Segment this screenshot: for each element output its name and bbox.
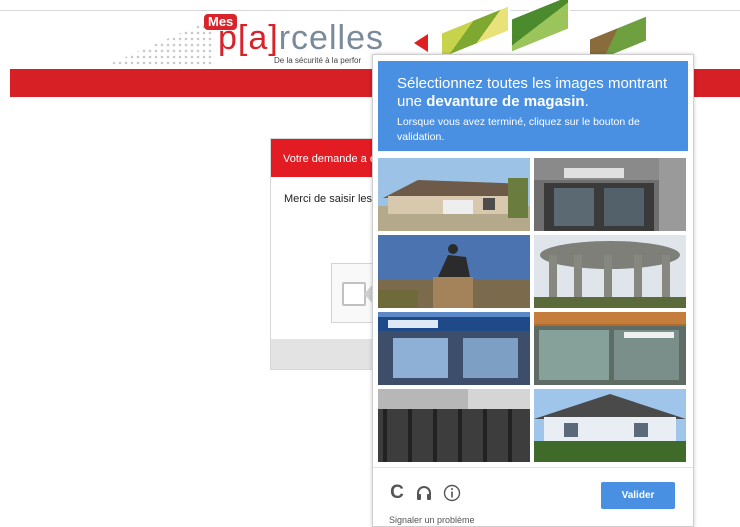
arrow-left-icon [414,34,428,52]
reload-icon[interactable]: C [386,482,408,504]
house-hedge-tile[interactable] [534,389,686,462]
form-instruction: Merci de saisir les [284,193,373,205]
dots-decoration [105,18,215,66]
captcha-challenge: Sélectionnez toutes les images montrant u… [372,54,694,527]
storefront-tile[interactable] [534,158,686,231]
pharmacy-storefront-tile[interactable] [378,312,530,385]
fence-building-tile[interactable] [378,389,530,462]
headphones-icon[interactable] [413,482,435,504]
colonnade-tile[interactable] [534,235,686,308]
challenge-subtitle: Lorsque vous avez terminé, cliquez sur l… [397,116,640,143]
verify-button[interactable]: Valider [601,482,675,509]
report-problem-link[interactable]: Signaler un problème [389,515,475,525]
image-grid [378,158,686,462]
field-tile-image [440,3,510,61]
page: Mes p[a]rcelles De la sécurité à la perf… [0,0,740,527]
header-divider [0,10,740,11]
field-tile-image [510,0,570,55]
logo-wordmark: p[a]rcelles [218,19,384,57]
challenge-keyword: devanture de magasin [426,93,585,110]
challenge-header: Sélectionnez toutes les images montrant u… [378,61,688,151]
challenge-title: Sélectionnez toutes les images montrant u… [397,75,668,110]
info-icon[interactable] [441,482,463,504]
recaptcha-checkbox[interactable] [342,282,366,306]
tabacos-storefront-tile[interactable] [534,312,686,385]
logo-tagline: De la sécurité à la perfor [274,56,362,65]
challenge-footer: C Valider Signaler un problème [373,467,693,527]
site-logo[interactable]: Mes p[a]rcelles De la sécurité à la perf… [200,12,383,68]
statue-tile[interactable] [378,235,530,308]
house-tile[interactable] [378,158,530,231]
